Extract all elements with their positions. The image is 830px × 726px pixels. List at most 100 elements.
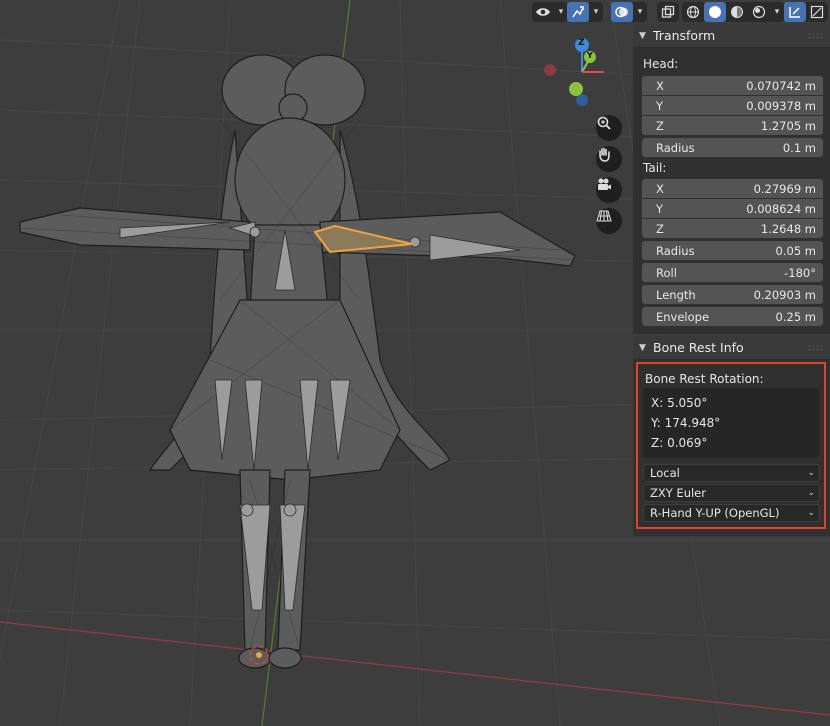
shading-dropdown[interactable]: ▾ [770,2,784,22]
collapse-triangle-icon: ▼ [639,342,646,353]
field-value: 0.008624 m [746,201,816,216]
visibility-button[interactable] [532,2,554,22]
field-value: 0.27969 m [753,181,816,196]
snap-group [784,2,828,22]
rotation-order-dropdown[interactable]: ZXY Euler ⌄ [643,484,820,502]
head-label: Head: [643,57,679,71]
field-label: Y [656,98,664,113]
field-value: -180° [784,265,816,280]
zoom-button[interactable] [596,115,622,141]
field-label: Radius [656,243,695,258]
pan-button[interactable] [596,146,622,172]
overlay-icon [615,6,628,18]
solid-shading-button[interactable] [704,2,726,22]
chevron-down-icon: ⌄ [807,508,815,518]
perspective-toggle-button[interactable] [596,208,622,234]
transform-panel-title: Transform [653,28,716,43]
field-label: Z [656,221,664,236]
convention-dropdown[interactable]: R-Hand Y-UP (OpenGL) ⌄ [643,504,820,522]
xray-toggle[interactable] [657,2,679,22]
tail-label: Tail: [643,161,667,175]
visibility-group: ▾ [532,2,568,22]
rendered-shading-button[interactable] [748,2,770,22]
dropdown-value: Local [650,466,680,480]
shading-group: ▾ [682,2,784,22]
field-label: Y [656,201,664,216]
tail-z-field[interactable]: Z 1.2648 m [642,219,823,238]
gizmo-toggle[interactable] [567,2,589,22]
camera-icon [598,178,611,190]
snap-toggle[interactable] [784,2,806,22]
field-value: 0.20903 m [753,287,816,302]
field-label: Z [656,118,664,133]
overlay-dropdown[interactable]: ▾ [633,2,647,22]
rotation-z-value: Z: 0.069° [651,436,708,450]
wireframe-shading-icon [686,5,700,19]
proportional-icon [810,5,824,19]
xray-icon [661,5,675,18]
field-label: X [656,78,664,93]
character-mesh [19,54,576,669]
gizmo-z-label: Z [578,38,585,48]
drag-grip-icon[interactable]: :::: [808,343,824,353]
chevron-down-icon: ⌄ [807,488,815,498]
axis-gizmo[interactable] [544,38,604,106]
transform-panel-header[interactable]: ▼ Transform :::: [633,24,830,48]
bone-rest-panel-title: Bone Rest Info [653,340,744,355]
space-dropdown[interactable]: Local ⌄ [643,464,820,482]
camera-view-button[interactable] [596,177,622,203]
transform-panel: ▼ Transform :::: Head: X 0.070742 m Y 0.… [633,24,830,334]
tail-radius-field[interactable]: Radius 0.05 m [642,241,823,260]
tail-x-field[interactable]: X 0.27969 m [642,179,823,198]
field-label: Envelope [656,309,710,324]
head-z-field[interactable]: Z 1.2705 m [642,116,823,135]
gizmo-y-label: Y [587,51,593,60]
perspective-grid-icon [596,210,612,222]
collapse-triangle-icon: ▼ [639,30,646,41]
material-shading-icon [731,6,743,18]
rotation-values-box: X: 5.050° Y: 174.948° Z: 0.069° [643,388,819,458]
dropdown-value: ZXY Euler [650,486,706,500]
envelope-field[interactable]: Envelope 0.25 m [642,307,823,326]
drag-grip-icon[interactable]: :::: [808,31,824,41]
bone-rest-highlight: Bone Rest Rotation: X: 5.050° Y: 174.948… [636,362,826,529]
overlay-group: ▾ [611,2,647,22]
head-y-field[interactable]: Y 0.009378 m [642,96,823,115]
proportional-toggle[interactable] [806,2,828,22]
field-value: 0.05 m [775,243,816,258]
gizmo-dropdown[interactable]: ▾ [589,2,603,22]
solid-shading-icon [709,6,721,18]
field-label: Radius [656,140,695,155]
field-label: Length [656,287,696,302]
head-radius-field[interactable]: Radius 0.1 m [642,138,823,157]
bone-rest-rotation-label: Bone Rest Rotation: [645,372,764,386]
gizmo-group: ▾ [567,2,603,22]
rotation-x-value: X: 5.050° [651,396,708,410]
field-value: 0.25 m [775,309,816,324]
rendered-shading-icon [752,5,766,19]
xray-group [657,2,679,22]
zoom-icon [597,116,611,130]
field-value: 0.1 m [782,140,816,155]
length-field[interactable]: Length 0.20903 m [642,285,823,304]
field-label: Roll [656,265,677,280]
field-label: X [656,181,664,196]
material-shading-button[interactable] [726,2,748,22]
bone-rest-panel-header[interactable]: ▼ Bone Rest Info :::: [633,336,830,360]
dropdown-value: R-Hand Y-UP (OpenGL) [650,506,780,520]
rotation-y-value: Y: 174.948° [651,416,721,430]
roll-field[interactable]: Roll -180° [642,263,823,282]
head-x-field[interactable]: X 0.070742 m [642,76,823,95]
field-value: 0.009378 m [746,98,816,113]
field-value: 1.2705 m [760,118,816,133]
chevron-down-icon: ⌄ [807,468,815,478]
overlay-toggle[interactable] [611,2,633,22]
snap-icon [789,7,800,18]
field-value: 1.2648 m [760,221,816,236]
gizmo-icon [572,6,584,18]
field-value: 0.070742 m [746,78,816,93]
tail-y-field[interactable]: Y 0.008624 m [642,199,823,218]
visibility-dropdown[interactable]: ▾ [554,2,568,22]
wireframe-shading-button[interactable] [682,2,704,22]
visibility-eye-icon [536,8,550,16]
